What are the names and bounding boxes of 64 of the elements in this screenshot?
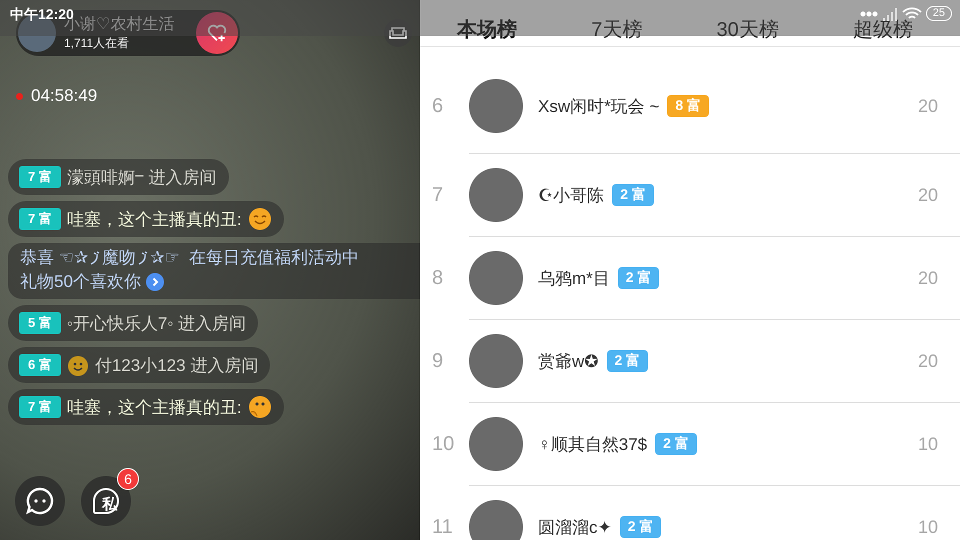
- user-name: ☪小哥陈: [538, 184, 604, 206]
- level-badge: 7 富: [19, 166, 61, 188]
- avatar-placeholder[interactable]: [469, 500, 523, 540]
- rank-number: 10: [432, 432, 456, 456]
- message-text: 付123小123 进入房间: [94, 354, 258, 376]
- ranking-tab[interactable]: 7天榜: [591, 0, 642, 46]
- avatar-placeholder[interactable]: [469, 168, 523, 222]
- avatar-placeholder[interactable]: [469, 79, 523, 133]
- battery-level: 25: [926, 6, 952, 21]
- level-badge: 2 富: [618, 267, 660, 289]
- level-badge: 5 富: [19, 312, 61, 334]
- chat-button[interactable]: [15, 476, 65, 526]
- gift-announcement: 礼物50个喜欢你: [20, 271, 141, 293]
- level-badge: 7 富: [19, 396, 61, 418]
- ranking-tab[interactable]: 30天榜: [716, 0, 779, 46]
- rank-number: 6: [432, 94, 444, 118]
- score: 20: [918, 184, 938, 206]
- ranking-tab[interactable]: 超级榜: [852, 0, 913, 46]
- live-dot: [16, 92, 23, 100]
- score: 20: [918, 96, 938, 116]
- message-text: 哇塞，这个主播真的丑:: [66, 396, 242, 418]
- user-name: 乌鸦m*目: [538, 268, 610, 290]
- viewer-count: 1,711人在看: [64, 35, 130, 52]
- score: 20: [918, 350, 938, 372]
- score: 10: [918, 516, 938, 538]
- gift-announcement: 恭喜 ☜✰: [20, 247, 88, 269]
- rank-number: 7: [432, 184, 444, 206]
- level-badge: 2 富: [655, 433, 697, 455]
- heart-plus-icon: [206, 22, 228, 44]
- level-badge: 2 富: [606, 350, 648, 372]
- level-badge: 6 富: [19, 354, 61, 376]
- unread-badge: 6: [117, 468, 139, 490]
- message-text: 哇塞，这个主播真的丑:: [66, 208, 242, 230]
- signal-icon: [882, 6, 898, 20]
- score: 10: [918, 434, 938, 454]
- message-text: ◦开心快乐人7◦ 进入房间: [66, 312, 246, 334]
- speech-bubble-icon: [25, 486, 55, 516]
- gift-announcement: ✰☞ 在每日充值福利活动中: [150, 247, 360, 269]
- rank-number: 11: [432, 516, 454, 538]
- gift-announcement: 魔吻: [102, 247, 136, 269]
- more-dots-icon: [860, 10, 878, 16]
- user-name: ♀顺其自然37$: [538, 434, 648, 456]
- thinking-face-icon: [248, 395, 272, 419]
- score: 20: [918, 268, 938, 288]
- user-name: Xsw闲时*玩会 ~: [538, 96, 660, 118]
- rank-number: 8: [432, 266, 444, 290]
- live-timer: 04:58:49: [31, 86, 98, 106]
- avatar-placeholder[interactable]: [469, 251, 523, 305]
- follow-button[interactable]: [196, 12, 238, 54]
- smiley-icon: [248, 207, 272, 231]
- squiggle-icon: [137, 249, 150, 267]
- smiley-icon: [66, 354, 89, 376]
- avatar-placeholder[interactable]: [469, 334, 523, 388]
- user-name: 赏爺w✪: [538, 350, 599, 372]
- level-badge: 8 富: [667, 95, 710, 117]
- wifi-icon: [902, 6, 922, 20]
- squiggle-icon: [89, 249, 102, 267]
- rank-number: 9: [432, 350, 444, 372]
- message-text: 濛頭啡婀ⲻ 进入房间: [66, 167, 217, 189]
- user-name: 圆溜溜c✦: [538, 516, 612, 538]
- level-badge: 7 富: [19, 208, 61, 230]
- level-badge: 2 富: [620, 516, 662, 538]
- level-badge: 2 富: [612, 184, 654, 206]
- avatar-placeholder[interactable]: [469, 417, 523, 471]
